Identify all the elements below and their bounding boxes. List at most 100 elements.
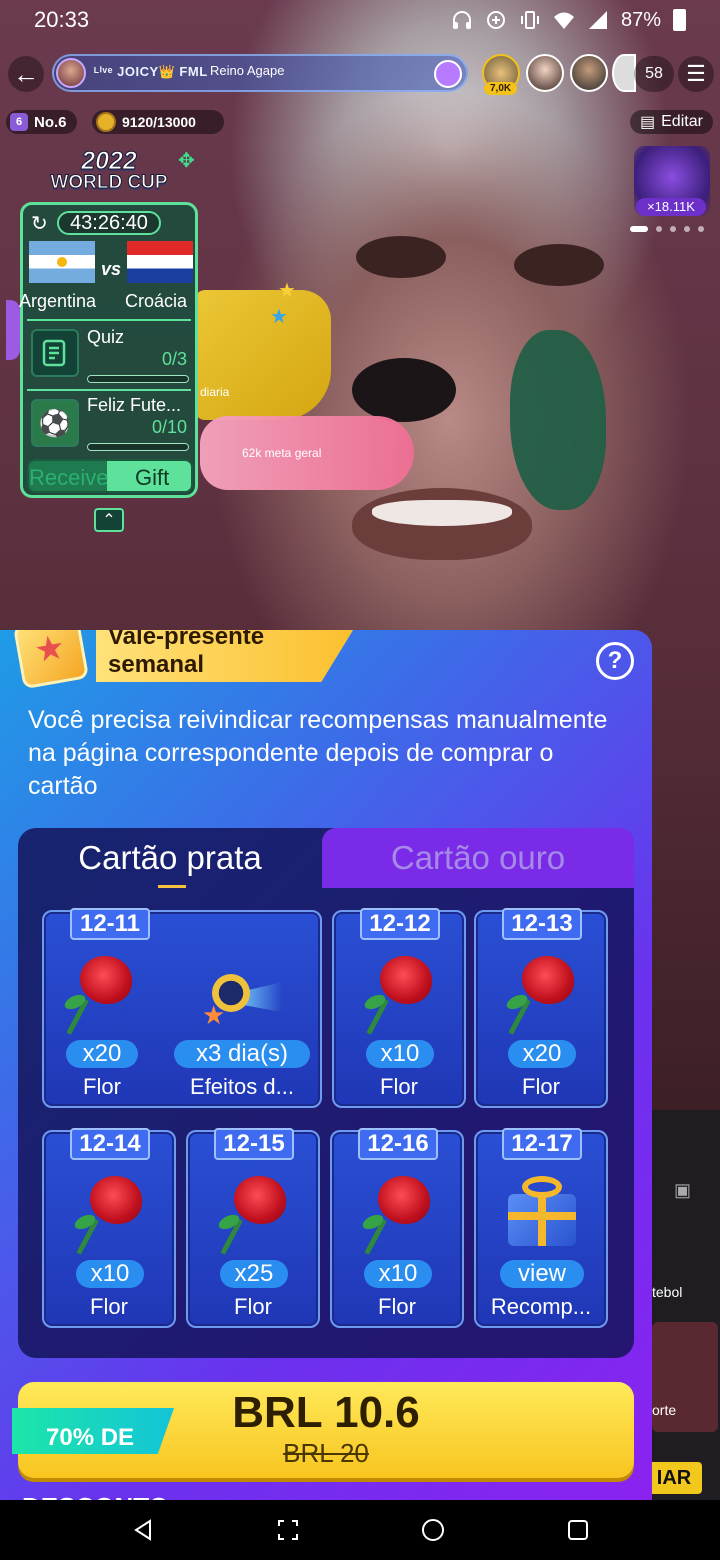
- task-progress-quiz: 0/3: [161, 349, 187, 369]
- background-button: IAR: [646, 1462, 702, 1494]
- coin-progress-pill[interactable]: 9120/13000: [92, 110, 224, 134]
- reward-date: 12-13: [502, 908, 582, 940]
- collapse-button[interactable]: ⌃: [94, 508, 124, 532]
- reward-quantity: x20: [66, 1040, 138, 1068]
- reward-card-day[interactable]: 12-16 x10 Flor: [330, 1128, 464, 1328]
- reward-card-day[interactable]: 12-12 x10 Flor: [332, 908, 466, 1108]
- reward-quantity: x3 dia(s): [174, 1040, 310, 1068]
- tab-gold-card[interactable]: Cartão ouro: [322, 828, 634, 888]
- entry-effect-icon: ★: [202, 964, 282, 1036]
- stream-nose: [352, 358, 456, 422]
- reward-date: 12-15: [214, 1128, 294, 1160]
- reward-name: Flor: [83, 1074, 121, 1099]
- reward-date: 12-11: [70, 908, 150, 940]
- nav-home-button[interactable]: [403, 1510, 463, 1550]
- nav-recents-button[interactable]: [548, 1510, 608, 1550]
- reward-name: Flor: [380, 1074, 418, 1099]
- nav-back-button[interactable]: [113, 1510, 173, 1550]
- background-side-panel: ▣ tebol orte: [652, 1110, 720, 1500]
- stream-teeth: [372, 500, 512, 526]
- reward-date: 12-14: [70, 1128, 150, 1160]
- receive-gift-button[interactable]: Receive Gift: [27, 459, 193, 493]
- team-a-name: Argentina: [19, 291, 97, 311]
- rose-icon: [72, 1172, 146, 1258]
- panel-description: Você precisa reivindicar recompensas man…: [28, 706, 608, 800]
- top-viewer-avatar-3[interactable]: [570, 54, 608, 92]
- nav-screenshot-button[interactable]: [258, 1510, 318, 1550]
- gift-label: Gift: [135, 465, 170, 490]
- stream-eye-left: [356, 236, 446, 278]
- divider: [27, 389, 191, 391]
- reward-card-day[interactable]: 12-11 x20 Flor ★ x3 dia(s) Efeitos d...: [42, 908, 322, 1108]
- follow-icon[interactable]: [434, 60, 462, 88]
- reward-quantity: x20: [508, 1040, 576, 1068]
- cutoff-text: DESCONTO: [22, 1492, 169, 1500]
- task-progress-football: 0/10: [151, 417, 187, 437]
- reward-card-day[interactable]: 12-14 x10 Flor: [42, 1128, 176, 1328]
- task-progress-bar-football: [87, 443, 189, 451]
- triangle-back-icon: [133, 1519, 151, 1541]
- carousel-dots: [630, 226, 704, 232]
- viewer-count[interactable]: 58: [634, 56, 674, 92]
- status-bar: 20:33 87%: [0, 0, 720, 40]
- sun-icon: [57, 257, 67, 267]
- card-tabs-container: Cartão prata Cartão ouro 12-11 x20 Flor …: [18, 828, 634, 1358]
- refresh-icon[interactable]: ↻: [31, 211, 48, 236]
- system-nav-bar: [0, 1500, 720, 1560]
- countdown-timer: 43:26:40: [57, 211, 161, 235]
- divider: [27, 319, 191, 321]
- side-deco: [6, 300, 20, 360]
- vibrate-icon: [519, 9, 541, 31]
- reward-quantity: x10: [364, 1260, 432, 1288]
- carousel-dot: [684, 226, 690, 232]
- top-viewer-avatar-2[interactable]: [526, 54, 564, 92]
- reward-name: Recomp...: [490, 1294, 592, 1319]
- status-time: 20:33: [34, 7, 90, 32]
- argentina-flag-icon: [29, 241, 95, 283]
- task-progress-bar-quiz: [87, 375, 189, 383]
- star-card-icon: [12, 630, 90, 690]
- rose-icon: [504, 952, 578, 1038]
- panel-title: Vale-presente semanal: [108, 630, 265, 678]
- task-title-football: Feliz Fute...: [87, 395, 182, 415]
- edit-button[interactable]: ▤ Editar: [630, 110, 713, 134]
- menu-button[interactable]: ☰: [678, 56, 714, 92]
- reward-date: 12-17: [502, 1128, 582, 1160]
- move-icon[interactable]: ✥: [178, 148, 195, 173]
- reward-name: Flor: [378, 1294, 416, 1319]
- weekly-gift-card-panel: Vale-presente semanal ? Você precisa rei…: [0, 630, 652, 1500]
- square-recents-icon: [567, 1520, 588, 1540]
- data-saver-icon: [485, 9, 507, 31]
- rank-pill[interactable]: 6 No.6: [6, 110, 77, 134]
- reward-card-day[interactable]: 12-17 view Recomp...: [474, 1128, 608, 1328]
- reward-view-button[interactable]: view: [500, 1260, 584, 1288]
- top-viewer-avatar-4[interactable]: [612, 54, 636, 92]
- world-cup-logo: 2022 WORLD CUP: [28, 148, 190, 194]
- reward-card-day[interactable]: 12-15 x25 Flor: [186, 1128, 320, 1328]
- battery-percent: 87%: [620, 8, 661, 31]
- quiz-icon[interactable]: [31, 329, 79, 377]
- stream-face-paint: [510, 330, 606, 510]
- help-button[interactable]: ?: [596, 642, 634, 680]
- back-button[interactable]: ←: [8, 56, 44, 92]
- reward-card-day[interactable]: 12-13 x20 Flor: [474, 908, 608, 1108]
- soccer-ball-icon[interactable]: ⚽: [31, 399, 79, 447]
- reward-name: Flor: [522, 1074, 560, 1099]
- croatia-flag-icon: [127, 241, 193, 283]
- daily-goal-ribbon[interactable]: [195, 290, 331, 420]
- background-label-1: tebol: [652, 1284, 683, 1300]
- back-arrow-icon: ←: [13, 58, 39, 89]
- tab-silver-card[interactable]: Cartão prata: [18, 828, 322, 888]
- receive-label: Receive: [29, 465, 109, 490]
- star-icon: ★: [278, 280, 296, 302]
- host-info-pill[interactable]: ᴸⁱᵛᵉ JOICY👑 FML Reino Agape: [52, 54, 468, 92]
- signal-icon: [587, 9, 609, 31]
- team-b-name: Croácia: [125, 291, 188, 311]
- daily-goal-label: diaria: [200, 385, 230, 399]
- host-avatar[interactable]: [56, 58, 86, 88]
- total-goal-label: 62k meta geral: [242, 446, 322, 460]
- rose-icon: [360, 1172, 434, 1258]
- chevron-up-icon: ⌃: [102, 512, 116, 529]
- star-icon: ★: [270, 306, 288, 328]
- wifi-icon: [553, 9, 575, 31]
